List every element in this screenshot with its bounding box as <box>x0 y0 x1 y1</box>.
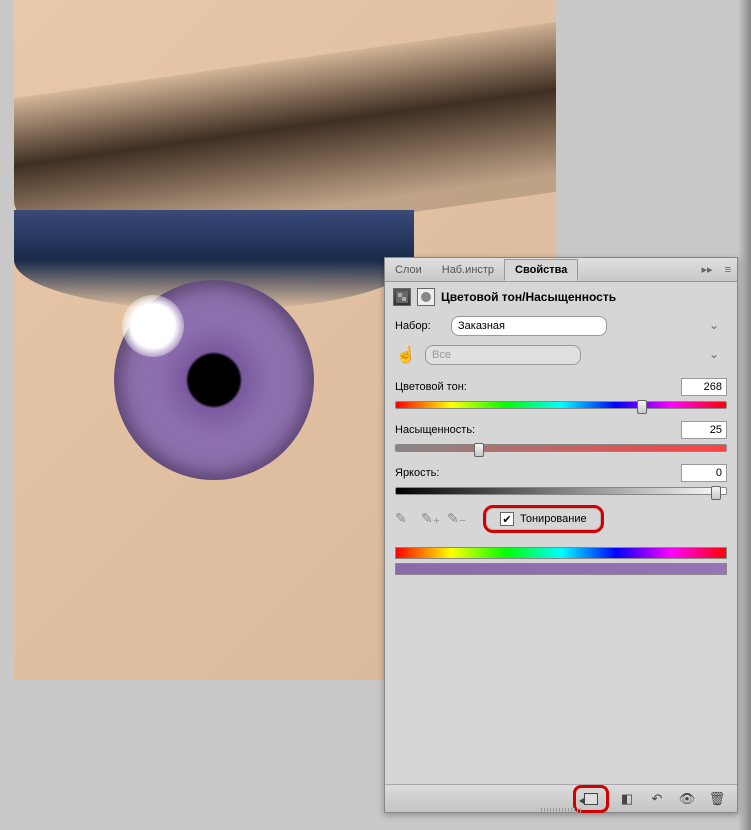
panel-tabs: Слои Наб.инстр Свойства ▸▸ ≡ <box>385 258 737 282</box>
eye-highlight <box>122 295 184 357</box>
reset-button[interactable]: ↶ <box>645 789 669 809</box>
colorize-checkbox[interactable]: ✔ <box>500 512 514 526</box>
hue-section: Цветовой тон: <box>385 370 737 413</box>
output-gradient <box>395 563 727 575</box>
tab-layers[interactable]: Слои <box>385 260 432 280</box>
saturation-slider-thumb[interactable] <box>474 443 484 457</box>
properties-panel: Слои Наб.инстр Свойства ▸▸ ≡ Цветовой то… <box>384 257 738 813</box>
tab-properties[interactable]: Свойства <box>504 259 578 281</box>
hue-input[interactable] <box>681 378 727 396</box>
mask-icon[interactable] <box>417 288 435 306</box>
tab-presets[interactable]: Наб.инстр <box>432 260 504 280</box>
range-row: ☝ <box>385 340 737 370</box>
dock-edge <box>738 0 751 830</box>
eyedropper-row: ✎ ✎₊ ✎₋ ✔ Тонирование <box>385 499 737 539</box>
range-select <box>425 345 581 365</box>
eyedropper-add-icon[interactable]: ✎₊ <box>421 510 439 528</box>
saturation-section: Насыщенность: <box>385 413 737 456</box>
lightness-slider-thumb[interactable] <box>711 486 721 500</box>
panel-footer: ◧ ↶ 👁 🗑 <box>385 784 737 812</box>
eye-region <box>54 260 374 480</box>
colorize-highlight: ✔ Тонирование <box>483 505 604 533</box>
gradient-bars <box>385 539 737 587</box>
eyedropper-icon[interactable]: ✎ <box>395 510 413 528</box>
target-adjust-icon[interactable]: ☝ <box>395 344 417 366</box>
adjustment-icon[interactable] <box>393 288 411 306</box>
clip-to-layer-button[interactable] <box>579 789 603 809</box>
preset-label: Набор: <box>395 320 443 332</box>
lightness-section: Яркость: <box>385 456 737 499</box>
adjustment-header: Цветовой тон/Насыщенность <box>385 282 737 312</box>
visibility-button[interactable]: 👁 <box>675 789 699 809</box>
colorize-label: Тонирование <box>520 513 587 525</box>
lightness-slider-track[interactable] <box>395 487 727 495</box>
clip-icon <box>584 793 598 805</box>
hue-slider-track[interactable] <box>395 401 727 409</box>
saturation-input[interactable] <box>681 421 727 439</box>
lightness-label: Яркость: <box>395 467 439 479</box>
input-gradient <box>395 547 727 559</box>
preset-row: Набор: <box>385 312 737 340</box>
lightness-input[interactable] <box>681 464 727 482</box>
saturation-label: Насыщенность: <box>395 424 475 436</box>
hue-slider-thumb[interactable] <box>637 400 647 414</box>
adjustment-title: Цветовой тон/Насыщенность <box>441 290 616 304</box>
hue-label: Цветовой тон: <box>395 381 467 393</box>
preset-select[interactable] <box>451 316 607 336</box>
collapse-icon[interactable]: ▸▸ <box>696 263 719 276</box>
delete-button[interactable]: 🗑 <box>705 789 729 809</box>
previous-state-button[interactable]: ◧ <box>615 789 639 809</box>
panel-menu-icon[interactable]: ≡ <box>719 264 737 276</box>
panel-grip[interactable] <box>541 808 581 813</box>
saturation-slider-track[interactable] <box>395 444 727 452</box>
eyedropper-subtract-icon[interactable]: ✎₋ <box>447 510 465 528</box>
